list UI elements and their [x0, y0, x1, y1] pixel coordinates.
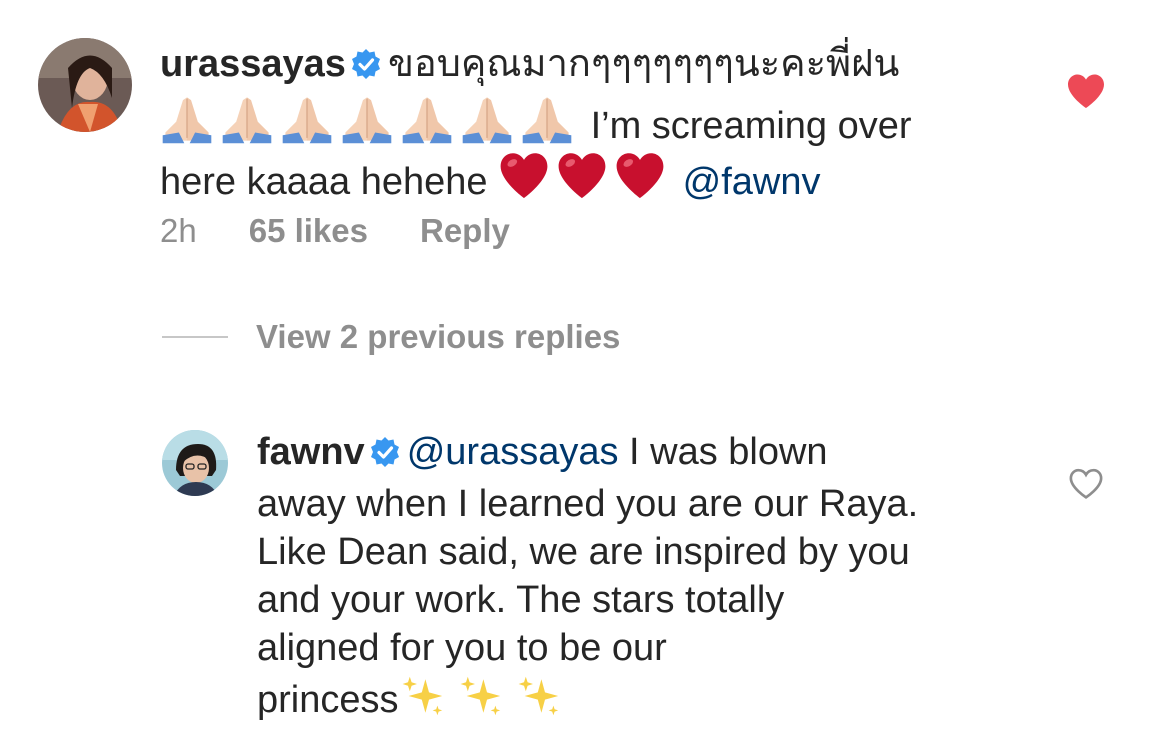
- sparkles-emoji: [515, 672, 563, 720]
- folded-hands-emoji: [460, 92, 514, 146]
- username[interactable]: fawnv: [257, 431, 365, 473]
- comment-text-line6: princess: [257, 679, 399, 721]
- mention-link[interactable]: @fawnv: [683, 161, 821, 203]
- comment-text-line1: I was blown: [629, 431, 828, 473]
- reply-button[interactable]: Reply: [420, 212, 510, 250]
- comment-line-1: fawnv @urassayas I was blown: [257, 428, 1057, 480]
- avatar-urassayas[interactable]: [38, 38, 132, 132]
- heart-outline-icon[interactable]: [1068, 468, 1104, 505]
- sparkles-emoji-group: [399, 676, 573, 721]
- divider-line: [162, 336, 228, 338]
- folded-hands-emoji: [400, 92, 454, 146]
- folded-hands-emoji: [160, 92, 214, 146]
- avatar-fawnv[interactable]: [162, 430, 228, 496]
- folded-hands-emoji: [220, 92, 274, 146]
- comment-text-line3: here kaaaa hehehe: [160, 161, 488, 203]
- comment-line-3: Like Dean said, we are inspired by you: [257, 531, 910, 573]
- verified-badge-icon: [369, 432, 401, 480]
- folded-hands-emoji: [280, 92, 334, 146]
- verified-badge-icon: [350, 44, 382, 92]
- likes-count[interactable]: 65 likes: [249, 212, 368, 250]
- folded-hands-emoji: [520, 92, 574, 146]
- mention-link[interactable]: @urassayas: [407, 431, 619, 473]
- comment-text-line2: I’m screaming over: [590, 105, 912, 147]
- sparkles-emoji: [399, 672, 447, 720]
- comment-line-1: urassayas ขอบคุณมากๆๆๆๆๆๆๆนะคะพี่ฝน: [160, 40, 1040, 92]
- comment-line-6: princess: [257, 672, 1057, 724]
- red-heart-emoji: [614, 150, 666, 202]
- comment-text-thai: ขอบคุณมากๆๆๆๆๆๆๆนะคะพี่ฝน: [387, 43, 900, 85]
- heart-filled-icon[interactable]: [1066, 73, 1106, 114]
- comment-line-5: aligned for you to be our: [257, 627, 667, 669]
- comment-line-4: and your work. The stars totally: [257, 579, 785, 621]
- sparkles-emoji: [457, 672, 505, 720]
- red-heart-emoji: [556, 150, 608, 202]
- comment-line-2: I’m screaming over: [160, 92, 1040, 150]
- view-previous-replies[interactable]: View 2 previous replies: [162, 318, 620, 356]
- comment-meta: 2h 65 likes Reply: [160, 212, 510, 250]
- comment-line-2: away when I learned you are our Raya.: [257, 483, 919, 525]
- comment-line-3: here kaaaa hehehe @fawnv: [160, 150, 1040, 206]
- red-heart-emoji: [498, 150, 550, 202]
- folded-hands-emoji-group: [160, 97, 580, 147]
- username[interactable]: urassayas: [160, 43, 346, 85]
- folded-hands-emoji: [340, 92, 394, 146]
- comment-text: fawnv @urassayas I was blown away when I…: [257, 428, 1057, 724]
- comment-text: urassayas ขอบคุณมากๆๆๆๆๆๆๆนะคะพี่ฝน I’m …: [160, 40, 1040, 206]
- view-replies-label[interactable]: View 2 previous replies: [256, 318, 620, 356]
- timestamp: 2h: [160, 212, 197, 249]
- red-heart-emoji-group: [498, 153, 672, 203]
